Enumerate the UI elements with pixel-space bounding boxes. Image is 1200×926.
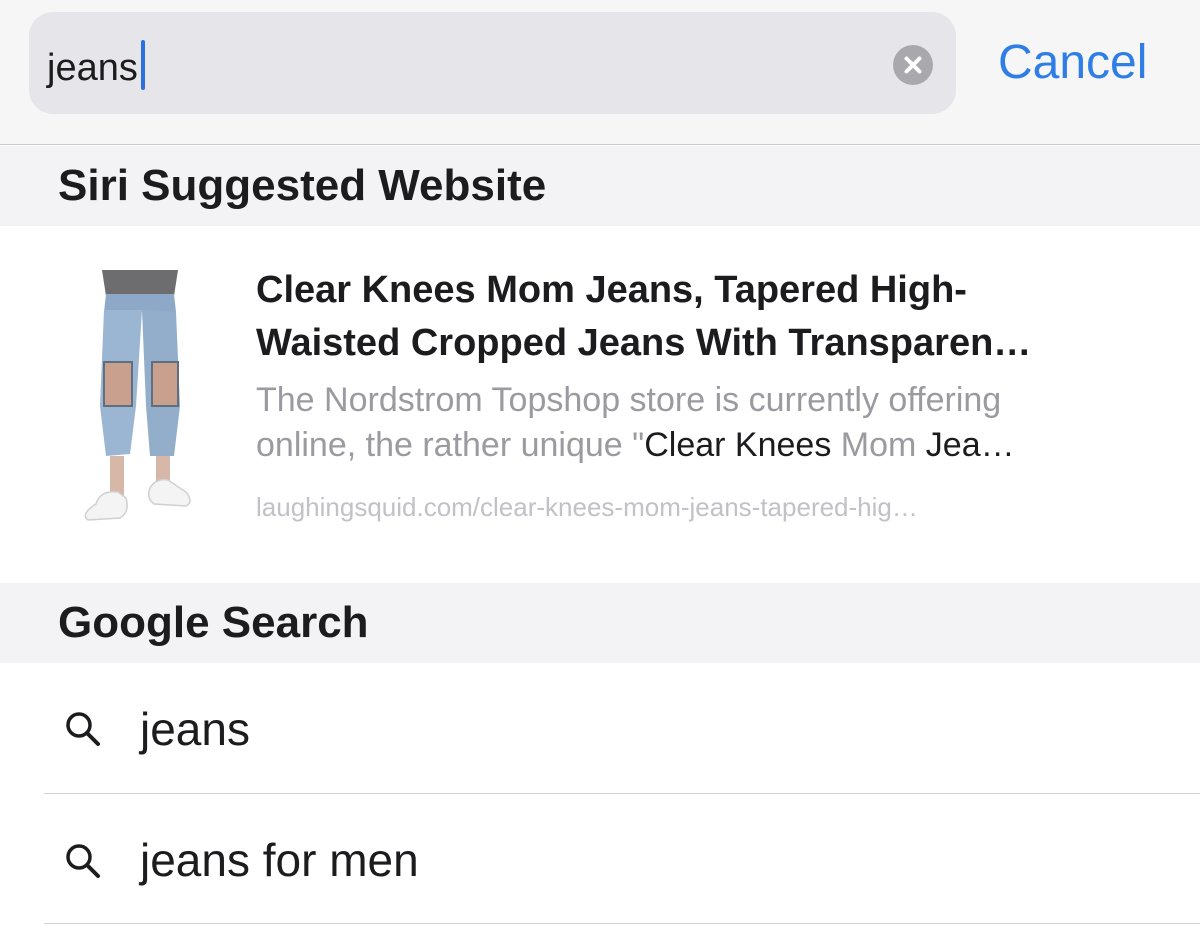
section-header-siri: Siri Suggested Website — [0, 146, 1200, 226]
result-title-line: Clear Knees Mom Jeans, Tapered High- — [256, 269, 967, 311]
search-bar: jeans Cancel — [0, 0, 1200, 145]
search-suggestion-row[interactable]: jeans for men — [0, 794, 1200, 924]
search-icon — [66, 712, 100, 746]
result-snippet-line: The Nordstrom Topshop store is currently… — [256, 381, 1002, 419]
result-url: laughingsquid.com/clear-knees-mom-jeans-… — [256, 492, 918, 522]
siri-suggested-result[interactable]: Clear Knees Mom Jeans, Tapered High- Wai… — [0, 226, 1200, 582]
result-snippet-line: online, the rather unique "Clear Knees M… — [256, 423, 1156, 468]
snippet-highlight: Jea… — [925, 426, 1015, 464]
row-divider — [44, 923, 1200, 924]
search-suggestion-row[interactable]: jeans — [0, 663, 1200, 793]
snippet-text: Mom — [831, 426, 926, 464]
result-title: Clear Knees Mom Jeans, Tapered High- Wai… — [256, 264, 1156, 370]
section-title-google: Google Search — [58, 598, 369, 647]
x-mark-icon — [904, 56, 922, 74]
suggestion-text: jeans for men — [140, 834, 419, 886]
result-snippet: The Nordstrom Topshop store is currently… — [256, 378, 1156, 468]
suggestion-text: jeans — [140, 703, 250, 755]
text-caret — [140, 40, 145, 90]
product-thumbnail — [84, 270, 191, 521]
clear-icon[interactable] — [893, 45, 933, 85]
cancel-button[interactable]: Cancel — [998, 34, 1147, 92]
search-field[interactable]: jeans — [29, 12, 956, 114]
search-icon — [66, 844, 100, 878]
section-title-siri: Siri Suggested Website — [58, 161, 547, 210]
search-query-text: jeans — [47, 47, 138, 89]
search-input[interactable]: jeans — [47, 40, 145, 91]
result-title-line: Waisted Cropped Jeans With Transparen… — [256, 322, 1032, 364]
snippet-text: online, the rather unique " — [256, 426, 645, 464]
snippet-highlight: Clear Knees — [644, 426, 832, 464]
section-header-google: Google Search — [0, 583, 1200, 663]
